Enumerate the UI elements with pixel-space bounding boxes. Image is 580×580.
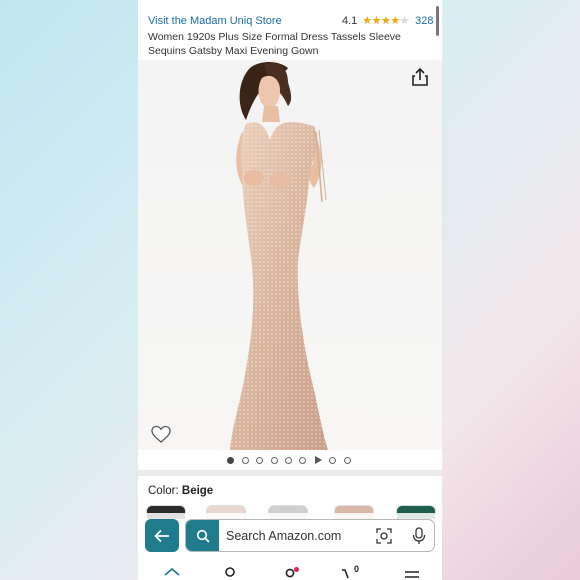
phone-screen: Visit the Madam Uniq Store 4.1 ★★★★★ ★★★… xyxy=(138,0,442,580)
carousel-dot[interactable] xyxy=(344,457,351,464)
search-icon xyxy=(196,529,210,543)
microphone-icon[interactable] xyxy=(412,527,426,545)
cart-count: 0 xyxy=(354,564,360,574)
home-icon[interactable] xyxy=(162,566,182,580)
star-rating: ★★★★★ ★★★★★ xyxy=(362,15,409,27)
carousel-dot[interactable] xyxy=(242,457,249,464)
stars-filled: ★★★★★ xyxy=(362,15,400,27)
video-play-icon[interactable] xyxy=(315,456,322,464)
search-field[interactable]: Search Amazon.com xyxy=(185,519,435,552)
carousel-dot[interactable] xyxy=(256,457,263,464)
product-header: Visit the Madam Uniq Store 4.1 ★★★★★ ★★★… xyxy=(138,0,442,60)
carousel-dot[interactable] xyxy=(329,457,336,464)
profile-icon[interactable] xyxy=(220,566,240,580)
notification-dot xyxy=(294,567,299,572)
color-label: Color: xyxy=(148,485,179,497)
share-icon[interactable] xyxy=(409,66,431,88)
carousel-indicator[interactable] xyxy=(138,455,442,467)
search-input[interactable]: Search Amazon.com xyxy=(226,529,341,543)
cart-nav-item[interactable]: 0 xyxy=(340,564,360,580)
product-image-carousel[interactable] xyxy=(138,60,442,450)
carousel-dot[interactable] xyxy=(299,457,306,464)
review-count[interactable]: 328 xyxy=(415,15,433,27)
store-link[interactable]: Visit the Madam Uniq Store xyxy=(148,15,282,27)
camera-scan-icon[interactable] xyxy=(376,528,392,544)
carousel-dot[interactable] xyxy=(285,457,292,464)
back-button[interactable] xyxy=(145,519,179,552)
carousel-dot[interactable] xyxy=(227,457,234,464)
account-icon xyxy=(285,568,295,578)
rating-value: 4.1 xyxy=(342,15,358,27)
product-title: Women 1920s Plus Size Formal Dress Tasse… xyxy=(148,31,401,57)
color-value: Beige xyxy=(181,485,214,497)
search-button[interactable] xyxy=(186,520,219,551)
carousel-dot[interactable] xyxy=(271,457,278,464)
rating-summary[interactable]: 4.1 ★★★★★ ★★★★★ 328 xyxy=(342,15,433,27)
back-arrow-icon xyxy=(154,529,169,542)
heart-icon[interactable] xyxy=(150,424,172,446)
bottom-navigation: 0 xyxy=(138,562,442,580)
section-divider xyxy=(138,470,442,476)
color-selector-label: Color: Beige xyxy=(148,485,213,497)
menu-icon[interactable] xyxy=(402,566,422,580)
product-image xyxy=(230,62,328,450)
account-nav-item[interactable] xyxy=(282,566,302,580)
